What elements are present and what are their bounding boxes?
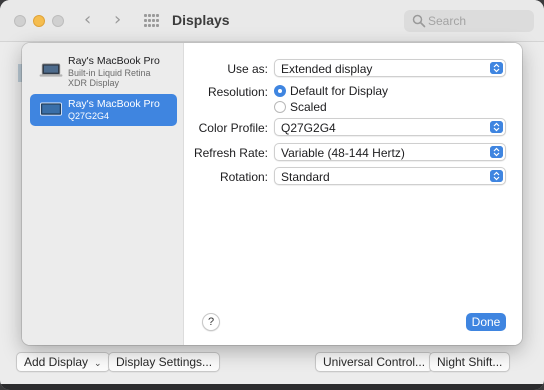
display-name: Ray's MacBook Pro [68,98,160,110]
display-description: Q27G2G4 [68,111,110,121]
done-button[interactable]: Done [466,313,506,331]
color-profile-value: Q27G2G4 [281,121,336,135]
popup-stepper-icon [490,146,503,158]
refresh-rate-popup[interactable]: Variable (48-144 Hertz) [274,143,506,161]
use-as-value: Extended display [281,62,373,76]
resolution-default-radio[interactable] [274,85,286,97]
popup-stepper-icon [490,170,503,182]
search-icon [412,14,426,28]
display-name: Ray's MacBook Pro [68,55,160,67]
popup-stepper-icon [490,121,503,133]
display-description: Built-in Liquid Retina [68,68,151,78]
display-item-q27g2g4[interactable]: Ray's MacBook Pro Q27G2G4 [30,94,177,126]
show-all-grid-icon[interactable] [144,14,160,28]
color-profile-popup[interactable]: Q27G2G4 [274,118,506,136]
refresh-rate-label: Refresh Rate: [193,146,268,160]
help-button[interactable]: ? [202,313,220,331]
resolution-scaled-radio[interactable] [274,101,286,113]
display-settings-button[interactable]: Display Settings... [108,352,221,372]
universal-control-button[interactable]: Universal Control... [315,352,434,372]
rotation-popup[interactable]: Standard [274,167,506,185]
chevron-down-icon: ⌄ [94,358,102,368]
desktop-edge [0,384,544,390]
resolution-label: Resolution: [207,85,268,99]
display-settings-sheet: Ray's MacBook Pro Built-in Liquid Retina… [22,43,522,345]
laptop-icon [39,63,63,77]
display-list: Ray's MacBook Pro Built-in Liquid Retina… [22,43,184,345]
use-as-popup[interactable]: Extended display [274,59,506,77]
window-title: Displays [172,12,230,28]
search-field[interactable] [404,10,534,32]
title-bar: ‹ › Displays [0,0,544,42]
minimize-window-button[interactable] [33,15,45,27]
close-window-button[interactable] [14,15,26,27]
back-arrow-icon[interactable]: ‹ [84,10,91,30]
resolution-default-label[interactable]: Default for Display [290,84,388,98]
refresh-rate-value: Variable (48-144 Hertz) [281,146,405,160]
display-settings-panel: Use as: Extended display Resolution: Def… [184,43,522,345]
display-description-line2: XDR Display [68,78,120,88]
popup-stepper-icon [490,62,503,74]
use-as-label: Use as: [227,62,268,76]
rotation-value: Standard [281,170,330,184]
color-profile-label: Color Profile: [198,121,268,135]
displays-window: ‹ › Displays Add Display ⌄ Display Settin… [0,0,544,390]
search-input[interactable] [428,12,528,30]
monitor-icon [40,102,62,116]
forward-arrow-icon[interactable]: › [114,10,121,30]
add-display-label: Add Display [24,355,89,369]
display-item-built-in[interactable]: Ray's MacBook Pro Built-in Liquid Retina… [30,51,177,91]
resolution-scaled-label[interactable]: Scaled [290,100,327,114]
add-display-popup[interactable]: Add Display ⌄ [16,352,110,372]
zoom-window-button[interactable] [52,15,64,27]
rotation-label: Rotation: [219,170,268,184]
night-shift-button[interactable]: Night Shift... [429,352,511,372]
